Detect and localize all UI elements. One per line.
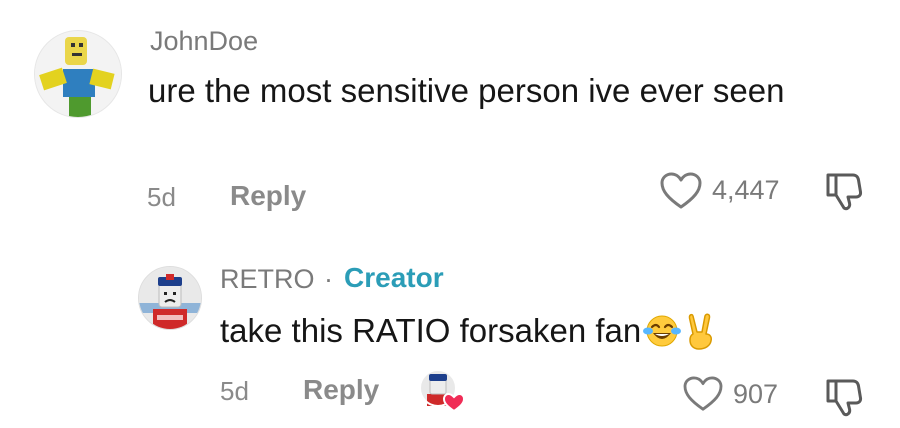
thumbs-down-icon [826, 173, 863, 211]
avatar[interactable] [138, 266, 202, 330]
comment-text-content: take this RATIO forsaken fan [220, 312, 642, 349]
roblox-noob-avatar-icon [35, 31, 121, 117]
thumbs-down-icon [826, 379, 863, 417]
reply-button[interactable]: Reply [303, 374, 379, 406]
comment-timestamp: 5d [147, 182, 176, 212]
dislike-button[interactable] [822, 376, 864, 418]
creator-liked-indicator [418, 368, 466, 414]
roblox-character-avatar-icon [139, 267, 201, 329]
like-count: 907 [733, 379, 779, 409]
comment-username[interactable]: JohnDoe [150, 26, 258, 57]
avatar[interactable] [34, 30, 122, 118]
like-button[interactable] [660, 172, 702, 210]
heart-outline-icon [660, 172, 702, 209]
comment-text: ure the most sensitive person ive ever s… [148, 72, 785, 109]
creator-badge: Creator [344, 262, 444, 293]
reply-button[interactable]: Reply [230, 180, 306, 212]
separator-dot: · [324, 264, 333, 294]
comment-text: take this RATIO forsaken fan [220, 310, 717, 352]
like-button[interactable] [683, 376, 723, 412]
comment-timestamp: 5d [220, 376, 249, 406]
victory-hand-icon [683, 312, 717, 350]
creator-liked-heart-icon [419, 369, 466, 413]
like-count: 4,447 [712, 175, 780, 205]
dislike-button[interactable] [822, 170, 864, 212]
face-with-tears-of-joy-icon [643, 314, 682, 348]
heart-outline-icon [683, 376, 723, 411]
comment-username[interactable]: RETRO [220, 264, 315, 295]
